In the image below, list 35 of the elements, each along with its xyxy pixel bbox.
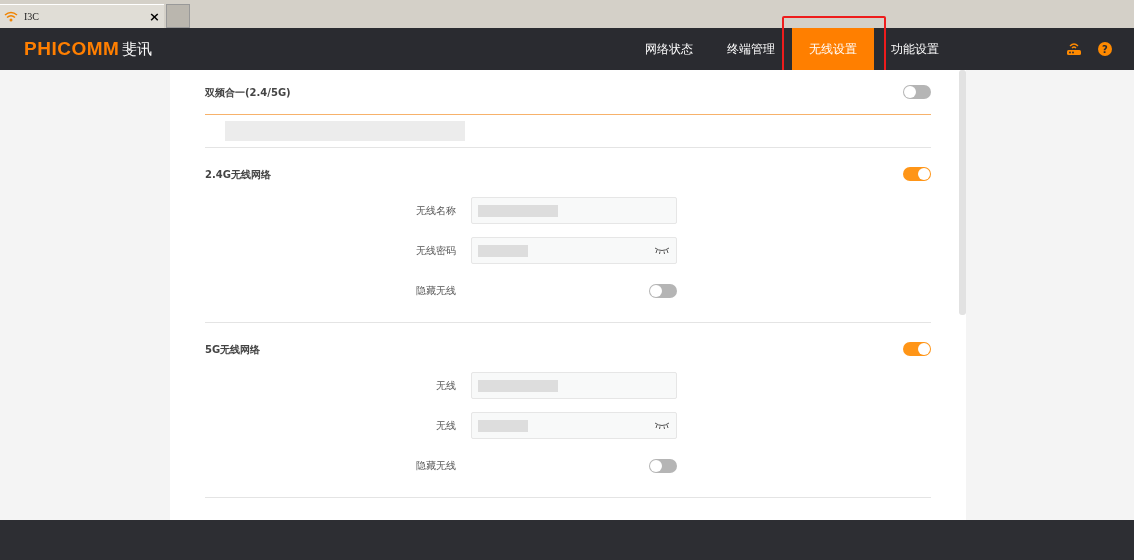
name-field[interactable] [471, 372, 677, 399]
redacted-value [478, 244, 528, 257]
toggle-switch[interactable] [903, 85, 931, 99]
field-label: 无线 [435, 419, 457, 433]
nav-tab[interactable]: 网络状态 [628, 28, 710, 70]
close-button[interactable]: × [149, 10, 160, 23]
brand-logo: PHICOMM [24, 36, 120, 61]
toggle-switch[interactable] [903, 167, 931, 181]
closed-eye-icon[interactable] [654, 247, 670, 254]
password-field[interactable] [471, 412, 677, 439]
new-tab-button[interactable] [166, 4, 190, 28]
field-label: 无线 [435, 379, 457, 393]
toggle-switch[interactable] [649, 458, 677, 473]
wifi-icon [4, 11, 18, 22]
brand-name: 斐讯 [122, 38, 153, 60]
field-label: 隐藏无线 [415, 459, 457, 473]
section-title: 2.4G无线网络 [205, 167, 271, 182]
nav-tab[interactable]: 终端管理 [710, 28, 792, 70]
name-field[interactable] [471, 197, 677, 224]
section-title: 5G无线网络 [205, 342, 261, 357]
field-label: 隐藏无线 [415, 284, 457, 298]
closed-eye-icon[interactable] [654, 422, 670, 429]
scrollbar-thumb[interactable] [959, 70, 966, 315]
toggle-switch[interactable] [903, 342, 931, 356]
field-label: 无线名称 [415, 204, 457, 218]
tab-title: I3C [24, 10, 39, 24]
browser-tab[interactable]: I3C × [0, 4, 164, 28]
setting-label: 双频合一(2.4/5G) [205, 85, 291, 100]
password-field[interactable] [471, 237, 677, 264]
redacted-value [478, 419, 528, 432]
help-icon[interactable]: ? [1098, 42, 1112, 56]
toggle-switch[interactable] [649, 283, 677, 298]
router-icon[interactable] [1066, 42, 1082, 56]
field-label: 无线密码 [415, 244, 457, 258]
nav-tab[interactable]: 功能设置 [874, 28, 956, 70]
